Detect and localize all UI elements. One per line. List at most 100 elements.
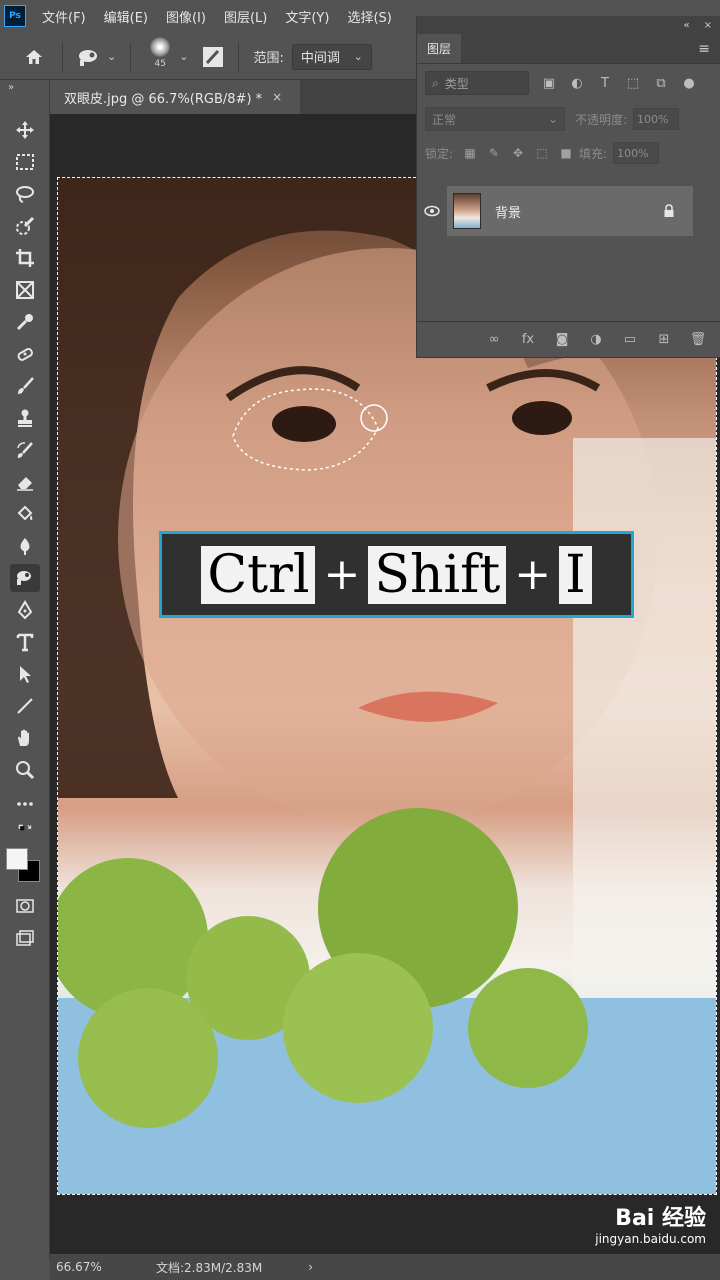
history-brush-tool[interactable] — [10, 436, 40, 464]
pen-icon — [17, 600, 33, 620]
swap-colors[interactable] — [10, 822, 40, 840]
hand-tool[interactable] — [10, 724, 40, 752]
shape-filter-icon[interactable]: ⬚ — [625, 75, 641, 91]
quick-select-tool[interactable] — [10, 212, 40, 240]
type-tool[interactable] — [10, 628, 40, 656]
fill-field[interactable]: 100% — [613, 142, 660, 164]
collapse-icon[interactable]: « — [683, 20, 689, 31]
eye-icon[interactable] — [417, 186, 447, 236]
pen-tool[interactable] — [10, 596, 40, 624]
home-icon — [26, 49, 42, 64]
opacity-label: 不透明度: — [575, 112, 628, 127]
menu-image[interactable]: 图像(I) — [166, 7, 206, 26]
menu-edit[interactable]: 编辑(E) — [104, 7, 148, 26]
collapse-icon[interactable]: » — [8, 82, 14, 93]
add-mask-icon[interactable]: ◙ — [553, 331, 571, 349]
lock-icon — [659, 204, 679, 218]
blend-row: 正常 ⌄ 不透明度: 100% — [417, 102, 720, 136]
smart-object-filter-icon[interactable]: ⧉ — [653, 75, 669, 91]
plus-sign: + — [514, 549, 552, 600]
move-icon — [16, 121, 34, 139]
layer-item[interactable]: 背景 — [447, 186, 693, 236]
close-panel-icon[interactable]: × — [704, 20, 712, 31]
lock-pixels-icon[interactable]: ✎ — [487, 146, 501, 160]
home-button[interactable] — [20, 43, 48, 71]
dodge-tool[interactable] — [10, 564, 40, 592]
tool-preset-picker[interactable]: ⌄ — [77, 47, 116, 67]
close-icon[interactable]: × — [272, 90, 282, 104]
type-filter-icon[interactable]: T — [597, 75, 613, 91]
healing-tool[interactable] — [10, 340, 40, 368]
menu-file[interactable]: 文件(F) — [42, 7, 86, 26]
layer-filter-bar: ⌕ 类型 ▣ ◐ T ⬚ ⧉ ● — [417, 64, 720, 102]
crop-tool[interactable] — [10, 244, 40, 272]
pixel-filter-icon[interactable]: ▣ — [541, 75, 557, 91]
brush-size: 45 — [154, 58, 166, 69]
layers-panel-footer: ∞ fx ◙ ◑ ▭ ⊞ 🗑 — [417, 321, 720, 357]
menu-layer[interactable]: 图层(L) — [224, 7, 267, 26]
zoom-tool[interactable] — [10, 756, 40, 784]
filter-toggle-icon[interactable]: ● — [681, 75, 697, 91]
screen-mode-button[interactable] — [10, 924, 40, 952]
document-title: 双眼皮.jpg @ 66.7%(RGB/8#) * — [64, 91, 263, 107]
status-menu-arrow-icon[interactable]: › — [308, 1260, 313, 1274]
quick-mask-icon — [16, 899, 34, 913]
chevron-down-icon[interactable]: ⌄ — [179, 50, 188, 63]
layer-kind-filter[interactable]: ⌕ 类型 — [425, 71, 529, 95]
brush-settings-button[interactable] — [202, 46, 224, 68]
eraser-icon — [17, 477, 33, 491]
move-tool[interactable] — [10, 116, 40, 144]
link-layers-icon[interactable]: ∞ — [485, 331, 503, 349]
photoshop-logo: Ps — [4, 5, 26, 27]
more-tools-icon — [17, 802, 33, 806]
document-tab[interactable]: 双眼皮.jpg @ 66.7%(RGB/8#) * × — [50, 80, 300, 114]
new-group-icon[interactable]: ▭ — [621, 331, 639, 349]
brush-icon — [18, 377, 34, 394]
marquee-tool[interactable] — [10, 148, 40, 176]
panel-topbar: « × — [417, 16, 720, 34]
type-icon — [16, 633, 34, 652]
lock-all-icon[interactable]: ■ — [559, 146, 573, 160]
delete-layer-icon[interactable]: 🗑 — [689, 331, 707, 349]
opacity-field[interactable]: 100% — [633, 108, 680, 130]
range-select[interactable]: 中间调 ⌄ — [291, 43, 372, 70]
menu-type[interactable]: 文字(Y) — [285, 7, 329, 26]
brush-tip-icon — [150, 36, 171, 57]
color-swatches[interactable] — [6, 848, 42, 884]
adjustment-layer-icon[interactable]: ◑ — [587, 331, 605, 349]
foreground-color[interactable] — [6, 848, 28, 870]
lock-transparent-icon[interactable]: ▦ — [463, 146, 477, 160]
brush-preset-picker[interactable]: 45 — [145, 36, 175, 77]
stamp-tool[interactable] — [10, 404, 40, 432]
chevron-down-icon: ⌄ — [107, 50, 117, 63]
frame-tool[interactable] — [10, 276, 40, 304]
lasso-icon — [16, 186, 34, 203]
eyedropper-tool[interactable] — [10, 308, 40, 336]
line-tool[interactable] — [10, 692, 40, 720]
menu-select[interactable]: 选择(S) — [347, 7, 391, 26]
eraser-tool[interactable] — [10, 468, 40, 496]
tab-layers[interactable]: 图层 — [417, 34, 462, 63]
paint-bucket-tool[interactable] — [10, 500, 40, 528]
more-tools[interactable] — [10, 790, 40, 818]
panel-menu-icon[interactable]: ≡ — [698, 41, 710, 57]
adjustment-filter-icon[interactable]: ◐ — [569, 75, 585, 91]
brush-settings-icon — [203, 46, 224, 67]
blend-mode-select[interactable]: 正常 ⌄ — [425, 107, 565, 131]
layer-style-icon[interactable]: fx — [519, 331, 537, 349]
path-select-tool[interactable] — [10, 660, 40, 688]
watermark-url: jingyan.baidu.com — [595, 1232, 706, 1246]
lock-position-icon[interactable]: ✥ — [511, 146, 525, 160]
quick-mask-button[interactable] — [10, 892, 40, 920]
line-icon — [17, 698, 33, 714]
zoom-level[interactable]: 66.67% — [56, 1260, 126, 1274]
brush-tool[interactable] — [10, 372, 40, 400]
lasso-tool[interactable] — [10, 180, 40, 208]
new-layer-icon[interactable]: ⊞ — [655, 331, 673, 349]
lock-artboard-icon[interactable]: ⬚ — [535, 146, 549, 160]
blur-tool[interactable] — [10, 532, 40, 560]
layer-row-background[interactable]: 背景 — [417, 186, 720, 236]
lock-row: 锁定: ▦ ✎ ✥ ⬚ ■ 填充: 100% — [417, 136, 720, 170]
stamp-icon — [18, 409, 32, 427]
quick-select-icon — [16, 216, 35, 235]
